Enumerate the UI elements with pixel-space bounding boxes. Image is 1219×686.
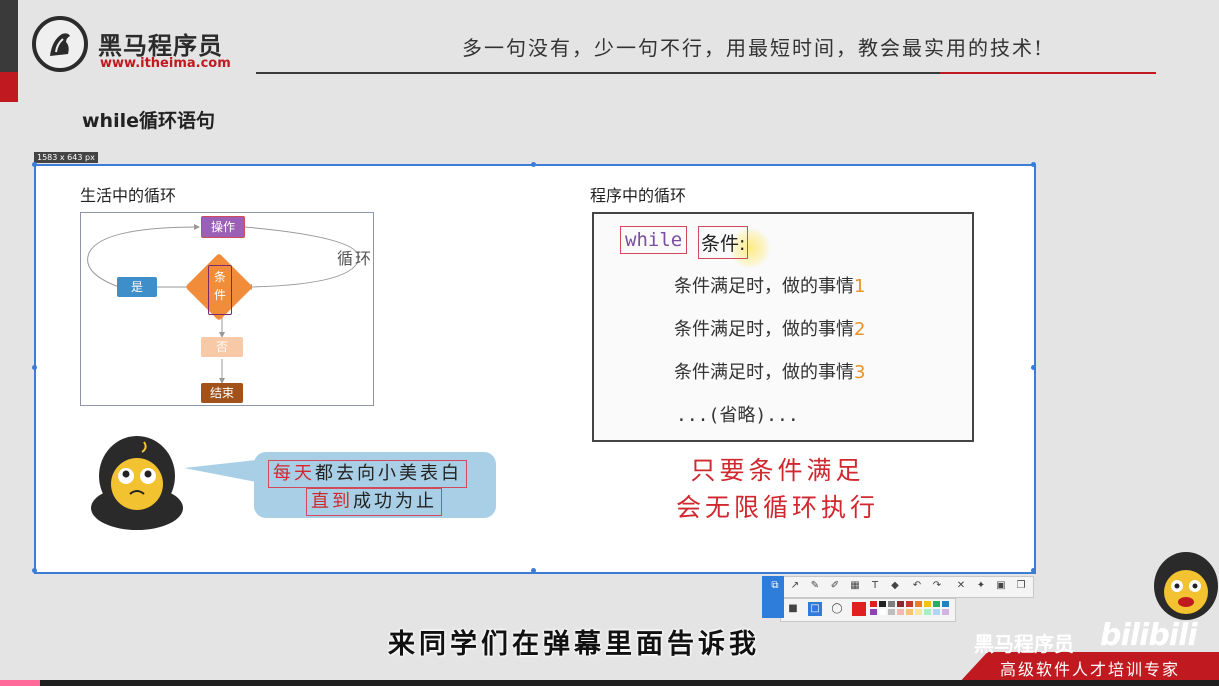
color-swatch[interactable]	[924, 601, 931, 607]
text-tool-icon[interactable]: T	[868, 579, 882, 593]
color-swatch[interactable]	[888, 601, 895, 607]
video-progress-track[interactable]	[0, 680, 1219, 686]
edge-accent-red	[0, 72, 18, 102]
current-color-swatch[interactable]	[852, 602, 866, 616]
video-subtitle: 来同学们在弹幕里面告诉我	[388, 629, 760, 660]
while-condition-text: 条件	[701, 233, 740, 255]
speech-bubble-tail	[184, 460, 256, 482]
header-divider-accent	[940, 72, 1156, 74]
while-condition: 条件:	[698, 226, 749, 259]
resize-handle-tl[interactable]	[32, 162, 37, 167]
color-swatch[interactable]	[933, 609, 940, 615]
flow-loop-label: 循环	[337, 249, 374, 268]
flow-node-yes: 是	[117, 277, 157, 297]
pen-tool-icon[interactable]: ✎	[808, 579, 822, 593]
while-colon: :	[739, 233, 746, 255]
resize-handle-l[interactable]	[32, 365, 37, 370]
bubble-line-2: 直到成功为止	[306, 488, 442, 516]
flow-node-op: 操作	[201, 216, 245, 238]
loop-note-line-1: 只要条件满足	[690, 456, 865, 485]
undo-icon[interactable]: ↶	[910, 579, 924, 593]
code-line-1: 条件满足时，做的事情1	[674, 272, 865, 298]
bubble-line-1: 每天都去向小美表白	[268, 460, 467, 488]
resize-handle-b[interactable]	[531, 568, 536, 573]
outline-rect-icon[interactable]: □	[808, 602, 822, 616]
program-loop-heading: 程序中的循环	[590, 186, 687, 205]
marker-tool-icon[interactable]: ✐	[828, 579, 842, 593]
color-swatch[interactable]	[897, 609, 904, 615]
color-swatch[interactable]	[915, 601, 922, 607]
brand-watermark-name: 黑马程序员	[974, 632, 1074, 656]
bubble-line-2-rest: 成功为止	[353, 491, 437, 512]
loop-note-line-2: 会无限循环执行	[676, 493, 880, 522]
mascot-icon	[91, 436, 183, 530]
close-icon[interactable]: ✕	[954, 579, 968, 593]
color-swatch[interactable]	[933, 601, 940, 607]
color-swatch[interactable]	[906, 609, 913, 615]
fill-rect-icon[interactable]: ■	[786, 602, 800, 616]
slogan: 多一句没有，少一句不行，用最短时间，教会最实用的技术!	[462, 36, 1045, 60]
horse-icon	[50, 33, 70, 56]
video-progress-fill	[0, 680, 40, 686]
flow-node-end: 结束	[201, 383, 243, 403]
color-swatch[interactable]	[897, 601, 904, 607]
color-palette[interactable]	[870, 601, 954, 617]
loop-note: 只要条件满足 会无限循环执行	[676, 452, 879, 526]
page-title: while循环语句	[82, 110, 215, 132]
mosaic-tool-icon[interactable]: ▦	[848, 579, 862, 593]
code-line-2-text: 条件满足时，做的事情	[674, 319, 854, 340]
bubble-line-1-rest: 都去向小美表白	[315, 463, 462, 484]
resize-handle-r[interactable]	[1031, 365, 1036, 370]
bubble-line-1-highlight: 每天	[273, 463, 315, 484]
pin-icon[interactable]: ✦	[974, 579, 988, 593]
code-line-1-text: 条件满足时，做的事情	[674, 276, 854, 297]
save-icon[interactable]: ▣	[994, 579, 1008, 593]
color-swatch[interactable]	[879, 609, 886, 615]
flow-node-cond-label: 条件	[208, 265, 232, 315]
copy-icon[interactable]: ❐	[1014, 579, 1028, 593]
selection-size-label: 1583 x 643 px	[34, 152, 98, 163]
mascot-corner-icon	[1154, 552, 1218, 620]
color-swatch[interactable]	[888, 609, 895, 615]
code-line-3-text: 条件满足时，做的事情	[674, 362, 854, 383]
color-swatch[interactable]	[924, 609, 931, 615]
heima-logo	[32, 16, 88, 72]
ellipse-icon[interactable]: ◯	[830, 602, 844, 616]
flowchart: 操作 条件 是 否 结束 循环	[80, 212, 374, 406]
resize-handle-bl[interactable]	[32, 568, 37, 573]
resize-handle-t[interactable]	[531, 162, 536, 167]
code-ellipsis: ...(省略)...	[676, 405, 799, 426]
color-swatch[interactable]	[942, 601, 949, 607]
flow-node-no: 否	[201, 337, 243, 357]
code-line-2-num: 2	[854, 319, 866, 340]
rect-select-icon[interactable]: ⧉	[768, 579, 782, 593]
line-tool-icon[interactable]: ↗	[788, 579, 802, 593]
edge-accent-dark	[0, 0, 18, 72]
code-line-3: 条件满足时，做的事情3	[674, 358, 865, 384]
code-line-3-num: 3	[854, 362, 866, 383]
color-swatch[interactable]	[870, 601, 877, 607]
color-swatch[interactable]	[879, 601, 886, 607]
brand-tagline: 高级软件人才培训专家	[1000, 660, 1181, 679]
code-line-1-num: 1	[854, 276, 866, 297]
redo-icon[interactable]: ↷	[930, 579, 944, 593]
bubble-line-2-highlight: 直到	[311, 491, 353, 512]
eraser-tool-icon[interactable]: ◆	[888, 579, 902, 593]
color-swatch[interactable]	[942, 609, 949, 615]
brand-url: www.itheima.com	[100, 56, 231, 71]
life-loop-heading: 生活中的循环	[80, 186, 177, 205]
while-keyword: while	[620, 226, 688, 254]
color-swatch[interactable]	[870, 609, 877, 615]
code-line-2: 条件满足时，做的事情2	[674, 315, 865, 341]
resize-handle-tr[interactable]	[1031, 162, 1036, 167]
resize-handle-br[interactable]	[1031, 568, 1036, 573]
color-swatch[interactable]	[915, 609, 922, 615]
bilibili-logo: bilibili	[1100, 618, 1198, 653]
color-swatch[interactable]	[906, 601, 913, 607]
